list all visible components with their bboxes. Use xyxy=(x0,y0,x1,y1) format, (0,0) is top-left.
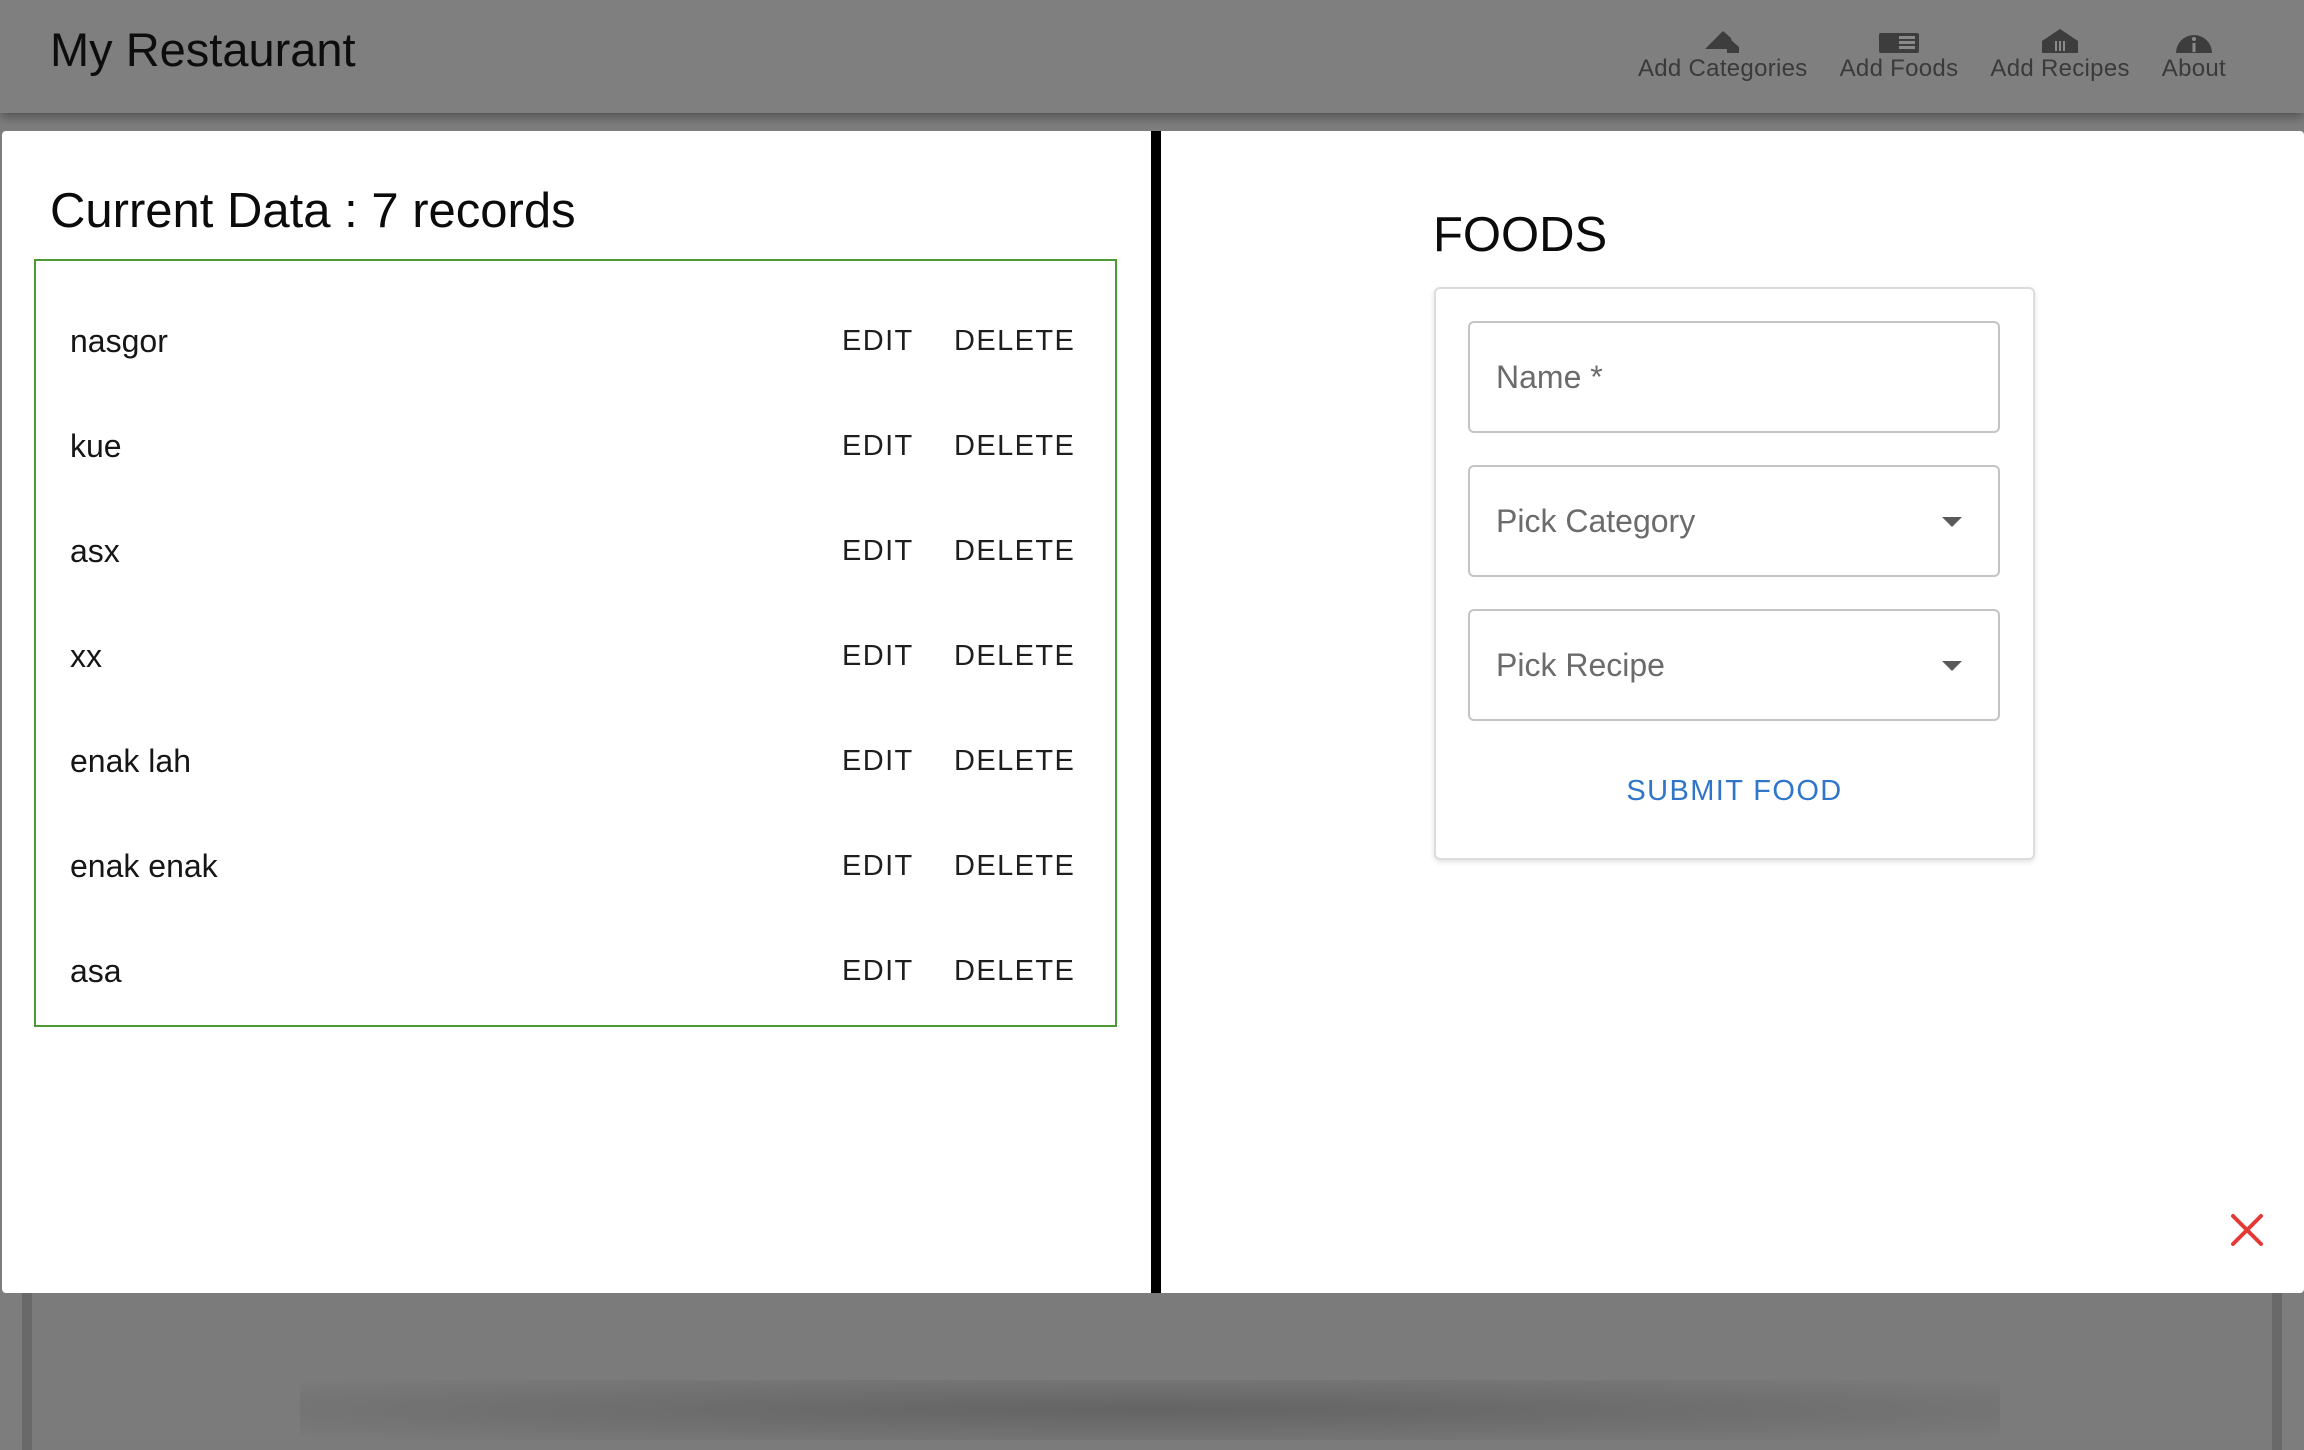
edit-button[interactable]: EDIT xyxy=(842,636,914,676)
recipe-select-label: Pick Recipe xyxy=(1496,647,1665,683)
delete-button[interactable]: DELETE xyxy=(954,741,1075,781)
list-item: enak lah EDIT DELETE xyxy=(36,721,1115,801)
delete-button[interactable]: DELETE xyxy=(954,531,1075,571)
app-title: My Restaurant xyxy=(50,23,356,76)
records-title: Current Data : 7 records xyxy=(50,184,576,238)
delete-button[interactable]: DELETE xyxy=(954,321,1075,361)
records-list: nasgor EDIT DELETE kue EDIT DELETE asx E… xyxy=(34,259,1117,1027)
chevron-down-icon xyxy=(1942,661,1962,671)
recipe-select[interactable]: Pick Recipe xyxy=(1468,609,2000,721)
category-select-label: Pick Category xyxy=(1496,503,1696,539)
record-name: nasgor xyxy=(70,323,168,359)
edit-button[interactable]: EDIT xyxy=(842,531,914,571)
close-icon[interactable] xyxy=(2230,1213,2264,1247)
info-icon xyxy=(2175,35,2212,53)
nav-add-foods[interactable]: Add Foods xyxy=(1824,27,1975,83)
delete-button[interactable]: DELETE xyxy=(954,426,1075,466)
form-title: FOODS xyxy=(1433,208,1608,262)
list-item: xx EDIT DELETE xyxy=(36,616,1115,696)
record-name: enak lah xyxy=(70,743,191,779)
nav-label: Add Recipes xyxy=(1990,55,2130,82)
record-name: enak enak xyxy=(70,848,218,884)
app-bar: My Restaurant Add Categories Add Foods A… xyxy=(0,0,2304,113)
home-roof-icon xyxy=(1704,31,1739,53)
nav-add-recipes[interactable]: Add Recipes xyxy=(1974,27,2145,83)
name-field-label: Name * xyxy=(1496,359,1603,395)
nav-about[interactable]: About xyxy=(2146,27,2242,83)
record-name: xx xyxy=(70,638,102,674)
edit-button[interactable]: EDIT xyxy=(842,426,914,466)
name-field[interactable]: Name * xyxy=(1468,321,2000,433)
food-form: Name * Pick Category Pick Recipe SUBMIT … xyxy=(1434,287,2035,860)
edit-button[interactable]: EDIT xyxy=(842,951,914,991)
list-item: enak enak EDIT DELETE xyxy=(36,826,1115,906)
panel-divider xyxy=(1151,131,1161,1293)
food-modal: Current Data : 7 records nasgor EDIT DEL… xyxy=(2,131,2304,1293)
edit-button[interactable]: EDIT xyxy=(842,846,914,886)
chevron-down-icon xyxy=(1942,517,1962,527)
top-nav: Add Categories Add Foods Add Recipes Abo… xyxy=(1622,27,2242,83)
list-item: asa EDIT DELETE xyxy=(36,931,1115,1011)
record-name: asa xyxy=(70,953,122,989)
menu-book-icon xyxy=(1879,33,1919,53)
restaurant-icon xyxy=(2042,29,2079,53)
category-select[interactable]: Pick Category xyxy=(1468,465,2000,577)
nav-label: Add Foods xyxy=(1839,55,1959,82)
list-item: asx EDIT DELETE xyxy=(36,511,1115,591)
edit-button[interactable]: EDIT xyxy=(842,741,914,781)
delete-button[interactable]: DELETE xyxy=(954,636,1075,676)
submit-food-button[interactable]: SUBMIT FOOD xyxy=(1436,771,2033,811)
edit-button[interactable]: EDIT xyxy=(842,321,914,361)
record-name: asx xyxy=(70,533,120,569)
background-shadow xyxy=(300,1380,2000,1440)
nav-label: Add Categories xyxy=(1637,55,1808,82)
list-item: nasgor EDIT DELETE xyxy=(36,301,1115,381)
delete-button[interactable]: DELETE xyxy=(954,846,1075,886)
record-name: kue xyxy=(70,428,122,464)
delete-button[interactable]: DELETE xyxy=(954,951,1075,991)
nav-label: About xyxy=(2161,55,2226,82)
nav-add-categories[interactable]: Add Categories xyxy=(1622,27,1824,83)
list-item: kue EDIT DELETE xyxy=(36,406,1115,486)
